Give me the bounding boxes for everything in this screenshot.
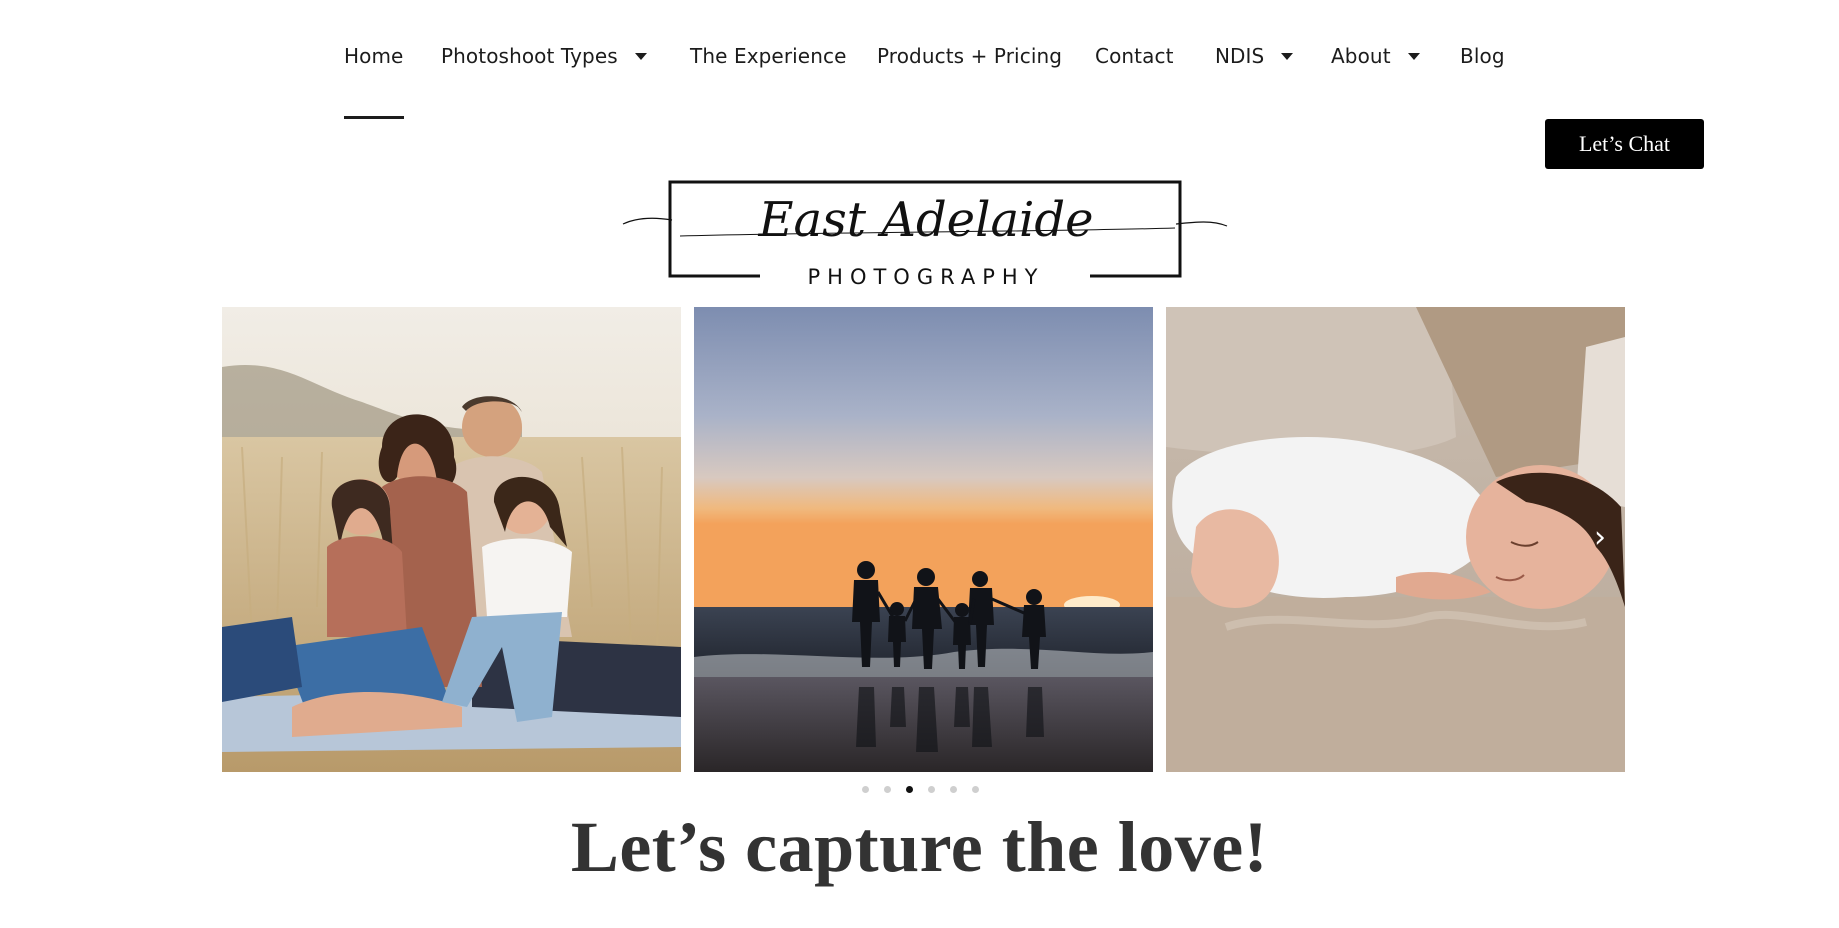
nav-item-label: Blog [1460,44,1505,68]
carousel-dot-2[interactable] [884,786,891,793]
carousel-next-button[interactable]: › [1585,523,1615,553]
carousel-dot-1[interactable] [862,786,869,793]
carousel-dot-4[interactable] [928,786,935,793]
family-field-photo [222,307,681,772]
carousel-dot-5[interactable] [950,786,957,793]
nav-item-photoshoot-types[interactable]: Photoshoot Types [441,44,647,68]
nav-item-label: The Experience [690,44,847,68]
logo-graphic: East Adelaide PHOTOGRAPHY [622,180,1228,288]
hero-headline: Let’s capture the love! [570,807,1269,887]
nav-item-label: About [1331,44,1391,68]
carousel-slide-beach-sunset [694,307,1153,772]
carousel-dot-6[interactable] [972,786,979,793]
beach-sunset-photo [694,307,1153,772]
chevron-right-icon: › [1594,520,1606,555]
main-navigation: Home Photoshoot Types The Experience Pro… [0,0,1839,120]
nav-item-label: Home [344,44,404,68]
lets-chat-button[interactable]: Let’s Chat [1545,119,1704,169]
nav-item-home[interactable]: Home [344,44,403,68]
carousel-slide-family-field [222,307,681,772]
newborn-photo [1166,307,1625,772]
active-nav-underline [344,116,404,119]
logo-sub-text: PHOTOGRAPHY [807,265,1044,288]
nav-item-contact[interactable]: Contact [1095,44,1174,68]
nav-item-blog[interactable]: Blog [1460,44,1505,68]
caret-down-icon[interactable] [1281,52,1294,60]
nav-item-the-experience[interactable]: The Experience [690,44,847,68]
nav-item-label: NDIS [1215,44,1265,68]
nav-item-label: Contact [1095,44,1174,68]
carousel-slide-newborn [1166,307,1625,772]
carousel-prev-button[interactable] [232,523,262,553]
photo-carousel[interactable]: › [222,307,1625,772]
nav-item-products-pricing[interactable]: Products + Pricing [877,44,1062,68]
site-logo[interactable]: East Adelaide PHOTOGRAPHY [620,178,1230,288]
caret-down-icon[interactable] [1407,52,1420,60]
logo-script-text: East Adelaide [757,192,1093,248]
nav-item-label: Photoshoot Types [441,44,618,68]
nav-item-about[interactable]: About [1331,44,1420,68]
nav-item-ndis[interactable]: NDIS [1215,44,1294,68]
carousel-dot-3[interactable] [906,786,913,793]
caret-down-icon[interactable] [634,52,647,60]
carousel-pagination [862,786,979,796]
nav-item-label: Products + Pricing [877,44,1063,68]
